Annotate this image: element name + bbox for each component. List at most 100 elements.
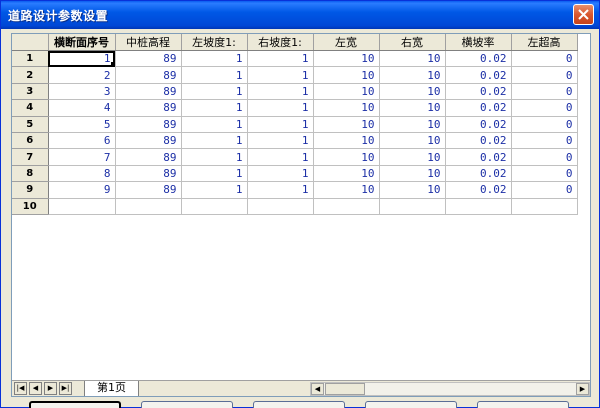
table-cell[interactable]: 1	[181, 148, 248, 166]
table-cell[interactable]: 0.02	[445, 116, 512, 133]
close-button[interactable]	[573, 4, 594, 25]
scroll-thumb[interactable]	[325, 383, 365, 395]
row-header[interactable]: 9	[12, 181, 49, 199]
row-header[interactable]: 4	[12, 99, 49, 117]
table-cell[interactable]: 89	[115, 165, 182, 183]
dialog-button[interactable]	[141, 401, 233, 408]
table-cell[interactable]: 89	[115, 99, 182, 117]
row-header[interactable]: 8	[12, 165, 49, 183]
prev-sheet-button[interactable]: ◀	[29, 382, 42, 395]
table-cell[interactable]: 89	[115, 116, 182, 133]
horizontal-scrollbar[interactable]: ◀ ▶	[310, 382, 590, 396]
table-cell[interactable]: 0.02	[445, 132, 512, 150]
dialog-button[interactable]	[29, 401, 121, 408]
table-cell[interactable]: 1	[181, 50, 248, 68]
table-cell[interactable]: 10	[379, 50, 446, 68]
table-cell[interactable]: 10	[379, 165, 446, 183]
table-cell[interactable]	[181, 198, 248, 215]
first-sheet-button[interactable]: |◀	[14, 382, 27, 395]
table-cell[interactable]: 1	[247, 148, 314, 166]
table-cell[interactable]: 89	[115, 132, 182, 150]
column-header[interactable]: 左超高	[511, 34, 578, 51]
table-cell[interactable]: 89	[115, 148, 182, 166]
row-header[interactable]: 7	[12, 148, 49, 166]
table-cell[interactable]: 10	[313, 132, 380, 150]
column-header[interactable]: 中桩高程	[115, 34, 182, 51]
table-cell[interactable]: 1	[48, 50, 116, 68]
table-cell[interactable]: 10	[313, 116, 380, 133]
table-cell[interactable]: 1	[181, 99, 248, 117]
table-cell[interactable]: 0.02	[445, 148, 512, 166]
row-header[interactable]: 1	[12, 50, 49, 68]
row-header[interactable]: 6	[12, 132, 49, 150]
table-cell[interactable]: 10	[379, 66, 446, 84]
scroll-left-button[interactable]: ◀	[311, 383, 324, 395]
table-cell[interactable]: 1	[247, 181, 314, 199]
table-cell[interactable]	[115, 198, 182, 215]
table-cell[interactable]: 10	[379, 99, 446, 117]
table-cell[interactable]: 0	[511, 66, 578, 84]
scroll-right-button[interactable]: ▶	[576, 383, 589, 395]
table-cell[interactable]: 8	[48, 165, 116, 183]
table-cell[interactable]: 89	[115, 181, 182, 199]
table-cell[interactable]: 1	[247, 116, 314, 133]
table-cell[interactable]	[48, 198, 116, 215]
table-cell[interactable]: 6	[48, 132, 116, 150]
table-cell[interactable]: 0.02	[445, 99, 512, 117]
column-header[interactable]: 横断面序号	[48, 34, 116, 51]
table-cell[interactable]: 10	[379, 116, 446, 133]
table-cell[interactable]: 0.02	[445, 50, 512, 68]
table-cell[interactable]: 10	[379, 181, 446, 199]
table-cell[interactable]: 4	[48, 99, 116, 117]
table-cell[interactable]	[247, 198, 314, 215]
table-cell[interactable]: 0.02	[445, 83, 512, 101]
table-cell[interactable]: 10	[379, 83, 446, 101]
table-cell[interactable]: 1	[247, 66, 314, 84]
table-cell[interactable]	[379, 198, 446, 215]
table-cell[interactable]: 1	[247, 50, 314, 68]
table-cell[interactable]: 10	[313, 148, 380, 166]
table-cell[interactable]: 0	[511, 132, 578, 150]
table-cell[interactable]: 0	[511, 83, 578, 101]
table-cell[interactable]: 10	[379, 132, 446, 150]
table-cell[interactable]	[313, 198, 380, 215]
table-cell[interactable]: 1	[247, 165, 314, 183]
table-cell[interactable]: 5	[48, 116, 116, 133]
table-cell[interactable]: 1	[181, 83, 248, 101]
table-cell[interactable]: 1	[181, 116, 248, 133]
sheet-tab[interactable]: 第1页	[84, 381, 139, 396]
table-cell[interactable]: 7	[48, 148, 116, 166]
table-cell[interactable]: 10	[313, 181, 380, 199]
corner-cell[interactable]	[12, 34, 49, 51]
table-cell[interactable]: 0	[511, 50, 578, 68]
row-header[interactable]: 5	[12, 116, 49, 133]
table-cell[interactable]: 1	[181, 165, 248, 183]
table-cell[interactable]: 10	[313, 66, 380, 84]
last-sheet-button[interactable]: ▶|	[59, 382, 72, 395]
table-cell[interactable]: 3	[48, 83, 116, 101]
table-cell[interactable]: 0.02	[445, 165, 512, 183]
table-cell[interactable]: 1	[247, 99, 314, 117]
dialog-button[interactable]	[477, 401, 569, 408]
table-cell[interactable]	[445, 198, 512, 215]
column-header[interactable]: 左坡度1:	[181, 34, 248, 51]
table-cell[interactable]: 0.02	[445, 181, 512, 199]
table-cell[interactable]: 10	[379, 148, 446, 166]
title-bar[interactable]: 道路设计参数设置	[1, 1, 599, 29]
table-cell[interactable]: 2	[48, 66, 116, 84]
spreadsheet-grid[interactable]: 横断面序号 中桩高程 左坡度1: 右坡度1: 左宽 右宽 横坡率 左超高 118…	[11, 33, 591, 397]
table-cell[interactable]: 10	[313, 50, 380, 68]
table-cell[interactable]: 10	[313, 83, 380, 101]
table-cell[interactable]: 89	[115, 83, 182, 101]
table-cell[interactable]	[511, 198, 578, 215]
table-cell[interactable]: 89	[115, 50, 182, 68]
table-cell[interactable]: 89	[115, 66, 182, 84]
dialog-button[interactable]	[365, 401, 457, 408]
table-cell[interactable]: 1	[247, 132, 314, 150]
table-cell[interactable]: 10	[313, 99, 380, 117]
table-cell[interactable]: 0	[511, 181, 578, 199]
dialog-button[interactable]	[253, 401, 345, 408]
table-cell[interactable]: 1	[247, 83, 314, 101]
row-header[interactable]: 10	[12, 198, 49, 215]
table-cell[interactable]: 0	[511, 148, 578, 166]
